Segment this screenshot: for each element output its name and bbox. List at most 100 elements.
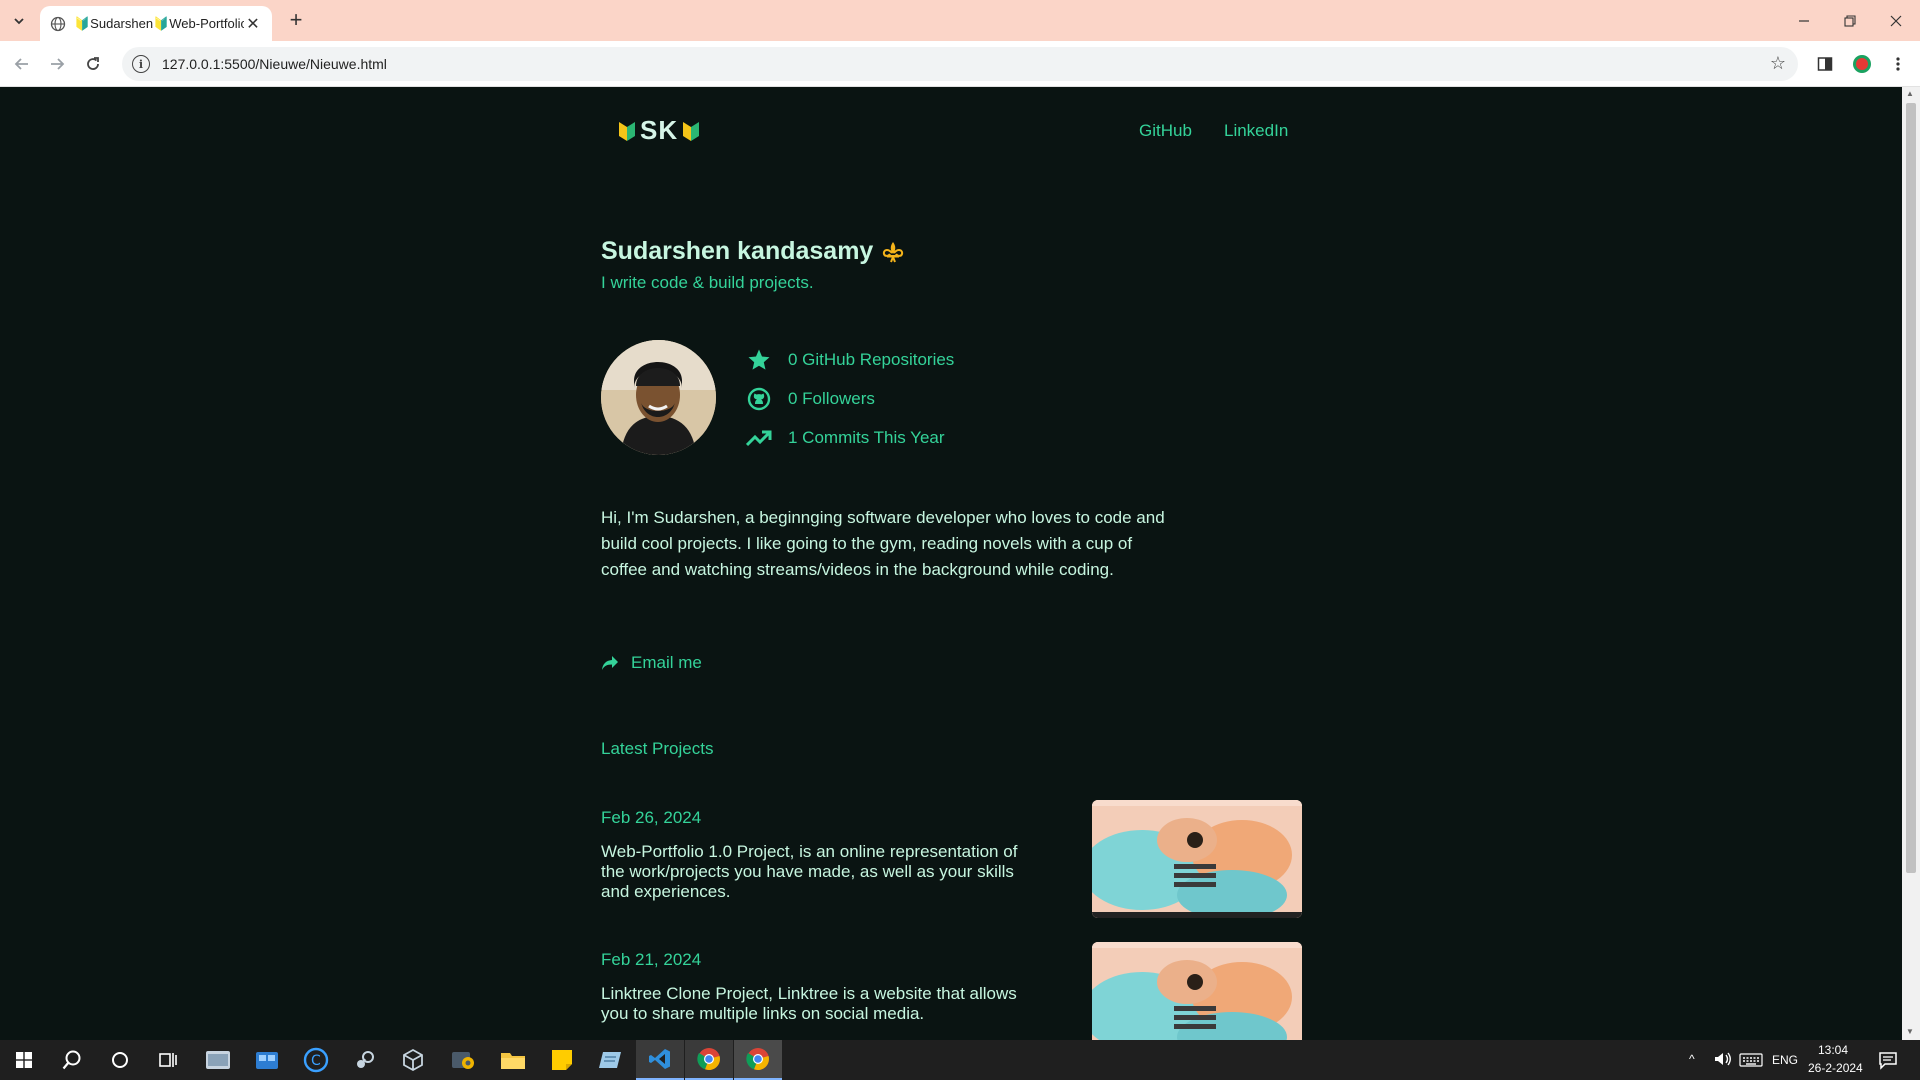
profile-avatar[interactable] bbox=[1850, 52, 1874, 76]
stat-followers: 0 Followers bbox=[746, 386, 875, 412]
star-icon bbox=[746, 347, 772, 373]
stat-repositories: 0 GitHub Repositories bbox=[746, 347, 954, 373]
cube-icon bbox=[403, 1048, 423, 1072]
sticky-note-icon bbox=[552, 1050, 572, 1070]
chrome-icon bbox=[746, 1048, 769, 1071]
tagline: I write code & build projects. bbox=[601, 273, 814, 292]
tray-chevron-up-icon[interactable]: ^ bbox=[1689, 1052, 1695, 1066]
language-indicator[interactable]: ENG bbox=[1772, 1053, 1798, 1067]
taskbar-app-chrome-1[interactable] bbox=[685, 1040, 733, 1080]
page-scrollbar[interactable]: ▲ ▼ bbox=[1902, 87, 1920, 1040]
windows-logo-icon bbox=[16, 1052, 32, 1068]
taskbar-app-store[interactable] bbox=[243, 1040, 291, 1080]
profile-icon bbox=[1853, 55, 1871, 73]
portfolio-page: SK GitHub LinkedIn Sudarshen kandasamy I… bbox=[0, 87, 1902, 1040]
project-thumbnail[interactable] bbox=[1092, 942, 1302, 1040]
trending-up-icon bbox=[746, 425, 772, 451]
beginner-leaf-icon bbox=[619, 121, 635, 141]
close-tab-icon[interactable]: ✕ bbox=[244, 14, 262, 34]
browser-tab[interactable]: 🔰Sudarshen🔰Web-Portfolio💼 ✕ bbox=[40, 6, 272, 41]
store-icon bbox=[256, 1052, 278, 1069]
browser-toolbar: i 127.0.0.1:5500/Nieuwe/Nieuwe.html ☆ bbox=[0, 41, 1920, 87]
share-arrow-icon bbox=[602, 656, 618, 670]
site-info-icon[interactable]: i bbox=[132, 55, 150, 73]
taskbar-app-file-explorer[interactable] bbox=[489, 1040, 537, 1080]
profile-name-text: Sudarshen kandasamy bbox=[601, 237, 874, 265]
more-vertical-icon bbox=[1896, 57, 1900, 71]
stat-label: 1 Commits This Year bbox=[788, 428, 945, 447]
taskbar-app-explorer-window[interactable] bbox=[194, 1040, 242, 1080]
scroll-down-icon[interactable]: ▼ bbox=[1906, 1027, 1914, 1036]
bookmark-star-icon[interactable]: ☆ bbox=[1770, 53, 1786, 74]
close-icon bbox=[1890, 15, 1902, 26]
taskbar-app-steam[interactable] bbox=[341, 1040, 389, 1080]
cortana-button[interactable] bbox=[96, 1040, 144, 1080]
minimize-icon bbox=[1799, 19, 1809, 22]
taskbar-app-ccleaner[interactable]: C bbox=[292, 1040, 340, 1080]
arrow-left-icon bbox=[14, 58, 28, 70]
github-icon bbox=[746, 386, 772, 412]
close-window-button[interactable] bbox=[1873, 0, 1919, 41]
folder-icon bbox=[501, 1053, 525, 1069]
scrollbar-thumb[interactable] bbox=[1906, 103, 1916, 873]
bio-paragraph: Hi, I'm Sudarshen, a beginnging software… bbox=[601, 508, 1165, 579]
chevron-down-icon bbox=[14, 18, 24, 25]
project-description: Linktree Clone Project, Linktree is a we… bbox=[601, 984, 1017, 1023]
menu-button[interactable] bbox=[1886, 52, 1910, 76]
site-logo[interactable]: SK bbox=[618, 115, 700, 146]
steam-icon bbox=[357, 1051, 374, 1068]
forward-button[interactable] bbox=[43, 50, 71, 78]
svg-text:C: C bbox=[311, 1053, 321, 1069]
project-item[interactable]: Feb 21, 2024 Linktree Clone Project, Lin… bbox=[601, 942, 1302, 1040]
url-text: 127.0.0.1:5500/Nieuwe/Nieuwe.html bbox=[162, 56, 387, 72]
volume-icon[interactable] bbox=[1713, 1050, 1733, 1071]
taskbar-app-notepad[interactable] bbox=[586, 1040, 634, 1080]
app-window-icon bbox=[206, 1051, 230, 1069]
nav-link-github[interactable]: GitHub bbox=[1139, 121, 1192, 141]
stat-label: 0 Followers bbox=[788, 389, 875, 408]
globe-icon bbox=[50, 16, 66, 31]
task-view-button[interactable] bbox=[144, 1040, 192, 1080]
stat-label: 0 GitHub Repositories bbox=[788, 350, 955, 369]
side-panel-button[interactable] bbox=[1813, 52, 1837, 76]
taskbar-app-virtualbox[interactable] bbox=[389, 1040, 437, 1080]
address-bar[interactable]: i 127.0.0.1:5500/Nieuwe/Nieuwe.html ☆ bbox=[122, 47, 1798, 81]
nav-link-linkedin[interactable]: LinkedIn bbox=[1224, 121, 1288, 141]
stat-commits: 1 Commits This Year bbox=[746, 425, 945, 451]
chrome-icon bbox=[697, 1048, 720, 1071]
browser-tab-bar: 🔰Sudarshen🔰Web-Portfolio💼 ✕ + bbox=[0, 0, 1920, 41]
email-link[interactable]: Email me bbox=[601, 653, 702, 673]
fleur-de-lis-icon bbox=[883, 241, 904, 262]
profile-name: Sudarshen kandasamy bbox=[601, 237, 905, 266]
email-label: Email me bbox=[631, 653, 702, 672]
taskbar-app-settings[interactable] bbox=[439, 1040, 487, 1080]
minimize-button[interactable] bbox=[1781, 0, 1827, 41]
reload-button[interactable] bbox=[79, 50, 107, 78]
scroll-up-icon[interactable]: ▲ bbox=[1906, 89, 1914, 98]
arrow-right-icon bbox=[51, 58, 65, 70]
cortana-circle-icon bbox=[112, 1052, 128, 1068]
taskbar-app-vscode[interactable] bbox=[636, 1040, 684, 1080]
tab-title: 🔰Sudarshen🔰Web-Portfolio💼 bbox=[74, 15, 244, 31]
start-button[interactable] bbox=[0, 1040, 48, 1080]
back-button[interactable] bbox=[8, 50, 36, 78]
latest-projects-heading: Latest Projects bbox=[601, 739, 714, 758]
tab-search-button[interactable] bbox=[6, 8, 32, 34]
search-button[interactable] bbox=[48, 1040, 96, 1080]
project-description: Web-Portfolio 1.0 Project, is an online … bbox=[601, 842, 1018, 901]
project-thumbnail[interactable] bbox=[1092, 800, 1302, 918]
new-tab-button[interactable]: + bbox=[282, 8, 310, 34]
side-panel-icon bbox=[1817, 57, 1833, 71]
project-item[interactable]: Feb 26, 2024 Web-Portfolio 1.0 Project, … bbox=[601, 800, 1302, 918]
profile-avatar-photo bbox=[601, 340, 716, 455]
beginner-leaf-icon bbox=[683, 121, 700, 141]
windows-taskbar: C ^ ENG 13:04 26-2-2024 bbox=[0, 1040, 1920, 1080]
notification-center-icon[interactable] bbox=[1878, 1050, 1898, 1073]
taskbar-app-chrome-2[interactable] bbox=[734, 1040, 782, 1080]
clock-date[interactable]: 26-2-2024 bbox=[1808, 1061, 1863, 1075]
restore-button[interactable] bbox=[1827, 0, 1873, 41]
clock-time[interactable]: 13:04 bbox=[1818, 1043, 1848, 1057]
taskbar-app-sticky-notes[interactable] bbox=[538, 1040, 586, 1080]
keyboard-icon[interactable] bbox=[1739, 1052, 1763, 1071]
search-icon bbox=[62, 1050, 81, 1070]
